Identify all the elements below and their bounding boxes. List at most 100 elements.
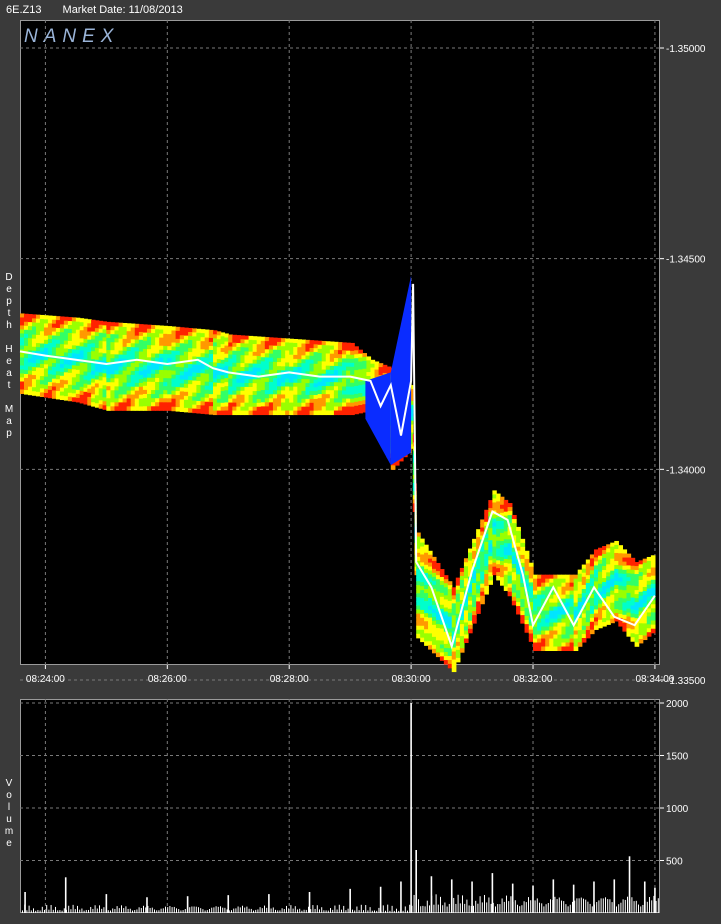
heatmap-cell — [79, 338, 85, 343]
heatmap-cell — [146, 389, 152, 395]
heatmap-cell — [451, 607, 457, 612]
heatmap-cell — [47, 342, 53, 348]
heatmap-cell — [55, 371, 61, 376]
heatmap-cell — [346, 386, 351, 392]
heatmap-cell — [155, 341, 160, 347]
heatmap-cell — [59, 391, 65, 397]
heatmap-cell — [196, 384, 202, 390]
heatmap-cell — [354, 393, 359, 399]
heatmap-cell — [114, 370, 120, 375]
heatmap-cell — [228, 346, 233, 352]
heatmap-cell — [155, 402, 160, 407]
heatmap-cell — [447, 608, 453, 614]
heatmap-cell — [317, 402, 323, 407]
heatmap-cell — [31, 371, 37, 376]
heatmap-cell — [272, 382, 278, 387]
heatmap-cell — [321, 353, 327, 358]
heatmap-cell — [428, 613, 433, 619]
volume-bar-minor — [266, 907, 268, 913]
volume-bar-minor — [288, 908, 290, 913]
heatmap-cell — [545, 586, 550, 592]
heatmap-cell — [337, 406, 343, 412]
heatmap-cell — [545, 618, 550, 624]
heatmap-cell — [200, 365, 206, 370]
heatmap-cell — [43, 388, 49, 394]
heatmap-cell — [260, 410, 266, 416]
heatmap-cell — [151, 365, 156, 371]
heatmap-cell — [146, 328, 152, 334]
heatmap-cell — [358, 373, 363, 378]
heatmap-cell — [83, 379, 88, 385]
heatmap-cell — [91, 351, 96, 356]
volume-bar-minor — [574, 900, 576, 913]
heatmap-cell — [20, 357, 25, 362]
heatmap-cell — [285, 338, 290, 343]
heatmap-cell — [277, 390, 282, 395]
heatmap-cell — [293, 354, 298, 360]
heatmap-cell — [91, 339, 96, 344]
heatmap-cell — [188, 368, 193, 373]
heatmap-cell — [463, 558, 469, 563]
heatmap-cell — [443, 595, 449, 600]
heatmap-cell — [67, 348, 73, 354]
heatmap-cell — [59, 336, 65, 341]
heatmap-cell — [43, 343, 49, 349]
heatmap-cell — [309, 402, 315, 408]
heatmap-cell — [610, 546, 615, 552]
heatmap-cell — [626, 557, 632, 562]
heatmap-cell — [329, 386, 335, 391]
volume-bar-minor — [116, 906, 118, 913]
volume-bar-minor — [565, 904, 567, 913]
heatmap-cell — [87, 376, 92, 382]
volume-bar-minor — [206, 910, 208, 913]
heatmap-cell — [443, 591, 449, 596]
heatmap-cell — [614, 576, 619, 582]
volume-bar-minor — [239, 907, 241, 913]
heatmap-cell — [240, 339, 246, 344]
heatmap-cell — [492, 514, 497, 519]
heatmap-cell — [443, 607, 449, 613]
heatmap-cell — [228, 378, 233, 384]
heatmap-cell — [293, 406, 298, 412]
heatmap-cell — [83, 351, 88, 356]
heatmap-cell — [638, 587, 644, 593]
heatmap-cell — [260, 398, 266, 403]
heatmap-cell — [171, 374, 177, 380]
heatmap-cell — [614, 588, 619, 594]
heatmap-cell — [55, 331, 61, 337]
heatmap-cell — [256, 379, 262, 384]
heatmap-cell — [354, 358, 359, 363]
heatmap-cell — [281, 362, 286, 367]
heatmap-cell — [488, 564, 493, 569]
heatmap-cell — [192, 408, 197, 414]
heatmap-cell — [329, 394, 335, 399]
heatmap-cell — [511, 523, 517, 528]
heatmap-cell — [325, 353, 331, 359]
heatmap-cell — [264, 337, 270, 342]
heatmap-cell — [43, 372, 49, 378]
volume-bar-minor — [363, 910, 364, 913]
heatmap-cell — [277, 406, 282, 412]
heatmap-cell — [260, 349, 266, 354]
heatmap-cell — [102, 349, 107, 354]
heatmap-cell — [516, 534, 521, 540]
volume-bar-minor — [545, 904, 547, 913]
heatmap-cell — [507, 555, 513, 560]
heatmap-cell — [175, 342, 181, 348]
heatmap-cell — [301, 359, 307, 364]
heatmap-cell — [480, 527, 485, 533]
heatmap-cell — [553, 618, 558, 624]
heatmap-cell — [224, 374, 229, 379]
heatmap-cell — [51, 335, 57, 340]
volume-bar-minor — [418, 899, 419, 913]
heatmap-cell — [492, 562, 497, 568]
heatmap-cell — [151, 353, 156, 358]
heatmap-cell — [358, 385, 363, 390]
heatmap-cell — [589, 605, 595, 611]
heatmap-cell — [424, 601, 429, 606]
heatmap-cell — [272, 398, 278, 403]
heatmap-cell — [134, 390, 140, 396]
heatmap-cell — [557, 574, 563, 580]
heatmap-cell — [27, 326, 33, 331]
heatmap-cell — [424, 588, 429, 594]
